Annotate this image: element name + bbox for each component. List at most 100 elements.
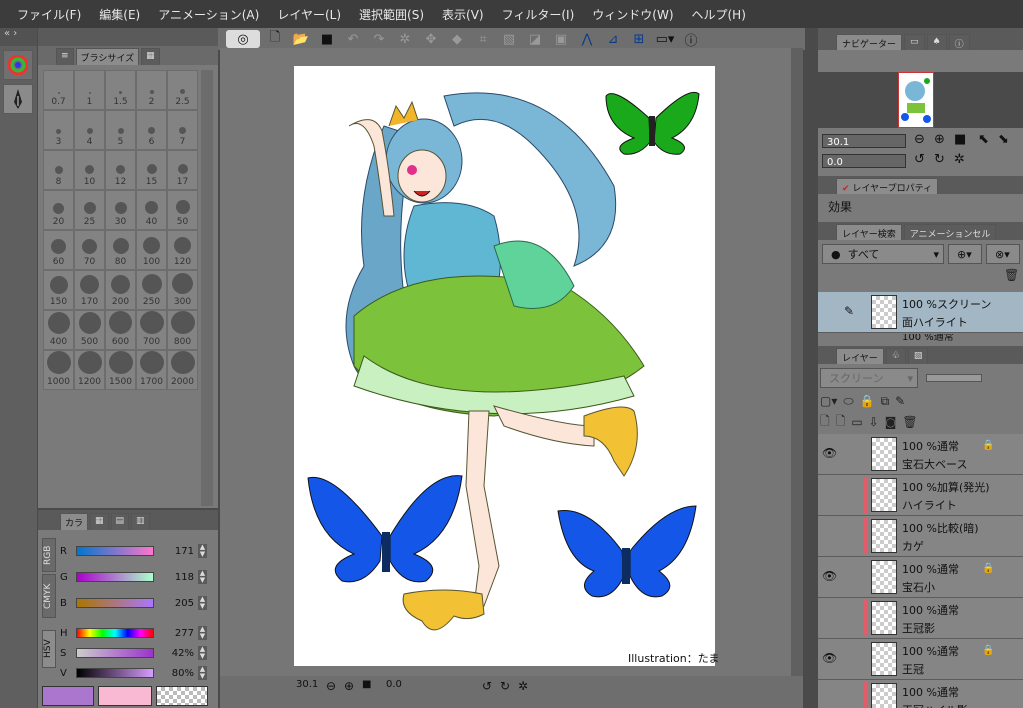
menu-item-4[interactable]: 選択範囲(S): [350, 6, 433, 23]
brush-size-cell[interactable]: 70: [74, 230, 105, 270]
eye-icon[interactable]: 👁: [822, 651, 838, 665]
new-vector-layer-icon[interactable]: 🗋: [836, 412, 846, 433]
brush-size-cell[interactable]: 0.7: [43, 70, 74, 110]
brush-size-cell[interactable]: 60: [43, 230, 74, 270]
tab-rgb[interactable]: RGB: [42, 538, 56, 572]
layer-row[interactable]: 100 %通常王冠ハイル影: [818, 680, 1023, 708]
tab-layer-3[interactable]: ▧: [907, 348, 929, 364]
tab-navigator[interactable]: ナビゲーター: [836, 34, 903, 50]
navigator-zoom-out-icon[interactable]: ⊖: [914, 132, 925, 147]
tab-sub-tool[interactable]: ≡: [56, 48, 74, 65]
menu-item-5[interactable]: 表示(V): [433, 6, 493, 23]
tab-animation-cel[interactable]: アニメーションセル: [903, 224, 997, 240]
open-file-icon[interactable]: 📂: [290, 30, 312, 48]
rotate-left-icon[interactable]: ↺: [482, 679, 492, 693]
undo-icon[interactable]: ↶: [342, 30, 364, 48]
navigator-zoom-in-icon[interactable]: ⊕: [934, 132, 945, 147]
trash-icon[interactable]: 🗑: [1004, 268, 1019, 282]
brush-size-cell[interactable]: 500: [74, 310, 105, 350]
brush-size-cell[interactable]: 7: [167, 110, 198, 150]
brush-size-cell[interactable]: 250: [136, 270, 167, 310]
brush-size-cell[interactable]: 800: [167, 310, 198, 350]
fit-screen-icon[interactable]: ■: [362, 679, 371, 690]
fill-icon[interactable]: ◆: [446, 30, 468, 48]
pen-tool-button[interactable]: [3, 84, 33, 114]
search-option-dropdown[interactable]: ⊕▾: [948, 244, 982, 264]
h-spinner[interactable]: ▲ ▼: [198, 626, 207, 640]
b-spinner[interactable]: ▲ ▼: [198, 596, 207, 610]
g-spinner[interactable]: ▲ ▼: [198, 570, 207, 584]
layer-filter-dropdown[interactable]: ● すべて ▾: [822, 244, 944, 264]
brush-size-cell[interactable]: 2: [136, 70, 167, 110]
sub-color-swatch[interactable]: [98, 686, 152, 706]
slider-h[interactable]: H 277 ▲ ▼: [60, 624, 207, 642]
rotate-right-icon[interactable]: ↻: [500, 679, 510, 693]
b-bar[interactable]: [76, 598, 154, 608]
tab-layer[interactable]: レイヤー: [836, 348, 884, 364]
brush-size-cell[interactable]: 200: [105, 270, 136, 310]
mask-icon[interactable]: ◙: [885, 415, 897, 429]
delete-layer-icon[interactable]: 🗑: [902, 415, 917, 429]
tab-material[interactable]: ▦: [141, 48, 160, 65]
brush-size-cell[interactable]: 170: [74, 270, 105, 310]
search-clear-dropdown[interactable]: ⊗▾: [986, 244, 1020, 264]
brush-size-cell[interactable]: 300: [167, 270, 198, 310]
save-icon[interactable]: ■: [316, 30, 338, 48]
slider-g[interactable]: G 118 ▲ ▼: [60, 568, 207, 586]
brush-size-cell[interactable]: 2.5: [167, 70, 198, 110]
layer-row[interactable]: 👁 100 %通常 宝石小 🔒: [818, 557, 1023, 598]
select-all-icon[interactable]: ▣: [550, 30, 572, 48]
flip-vertical-icon[interactable]: ⬊: [998, 132, 1009, 147]
navigator-fit-icon[interactable]: ■: [954, 132, 966, 147]
tab-color-history[interactable]: ▤: [110, 513, 130, 530]
zoom-in-icon[interactable]: ⊕: [344, 679, 354, 693]
merge-down-icon[interactable]: ⇩: [869, 415, 879, 429]
layer-row[interactable]: 👁 100 %通常 宝石大ベース 🔒: [818, 434, 1023, 475]
search-result-row[interactable]: ✎ 100 %スクリーン 面ハイライト: [818, 292, 1023, 333]
color-wheel-tool-button[interactable]: [3, 50, 33, 80]
brush-size-cell[interactable]: 1.5: [105, 70, 136, 110]
tab-layer-property[interactable]: ✔ レイヤープロパティ: [836, 178, 939, 194]
clear-icon[interactable]: ✲: [394, 30, 416, 48]
canvas-rotation-value[interactable]: 0.0: [386, 679, 402, 690]
main-color-swatch[interactable]: [42, 686, 94, 706]
clip-icon[interactable]: ⧉: [881, 394, 890, 409]
layer-row[interactable]: 100 %比較(暗) カゲ: [818, 516, 1023, 557]
canvas-zoom-value[interactable]: 30.1: [296, 679, 318, 690]
layer-row[interactable]: 100 %通常 王冠影: [818, 598, 1023, 639]
app-logo-icon[interactable]: ◎: [226, 30, 260, 48]
brush-panel-scrollbar[interactable]: [201, 70, 213, 506]
redo-icon[interactable]: ↷: [368, 30, 390, 48]
tab-color-set[interactable]: ▦: [90, 513, 109, 530]
brush-size-cell[interactable]: 600: [105, 310, 136, 350]
new-folder-icon[interactable]: ▭: [851, 415, 862, 429]
navigator-rotate-left-icon[interactable]: ↺: [914, 152, 925, 167]
tab-intermediate[interactable]: ▥: [131, 513, 150, 530]
brush-size-cell[interactable]: 1000: [43, 350, 74, 390]
transparent-color-swatch[interactable]: [156, 686, 208, 706]
brush-size-cell[interactable]: 15: [136, 150, 167, 190]
slider-v[interactable]: V 80% ▲ ▼: [60, 664, 207, 682]
transform-icon[interactable]: ✥: [420, 30, 442, 48]
tab-layer-2[interactable]: ♧: [885, 348, 906, 364]
v-bar[interactable]: [76, 668, 154, 678]
tab-item-bank[interactable]: ♠: [926, 34, 947, 50]
brush-size-cell[interactable]: 700: [136, 310, 167, 350]
navigator-preview[interactable]: [898, 72, 934, 128]
brush-size-cell[interactable]: 8: [43, 150, 74, 190]
brush-size-cell[interactable]: 25: [74, 190, 105, 230]
brush-size-cell[interactable]: 17: [167, 150, 198, 190]
r-spinner[interactable]: ▲ ▼: [198, 544, 207, 558]
brush-size-cell[interactable]: 1: [74, 70, 105, 110]
menu-item-3[interactable]: レイヤー(L): [268, 6, 350, 23]
h-bar[interactable]: [76, 628, 154, 638]
new-raster-layer-icon[interactable]: 🗋: [820, 412, 830, 433]
layer-row[interactable]: 👁 100 %通常 王冠 🔒: [818, 639, 1023, 680]
r-bar[interactable]: [76, 546, 154, 556]
brush-size-cell[interactable]: 80: [105, 230, 136, 270]
v-spinner[interactable]: ▲ ▼: [198, 666, 207, 680]
navigator-rotation-slider[interactable]: 0.0: [822, 154, 906, 168]
opacity-slider[interactable]: [926, 374, 982, 382]
tab-layer-search[interactable]: レイヤー検索: [836, 224, 902, 240]
snap-special-ruler-icon[interactable]: ⊿: [602, 30, 624, 48]
